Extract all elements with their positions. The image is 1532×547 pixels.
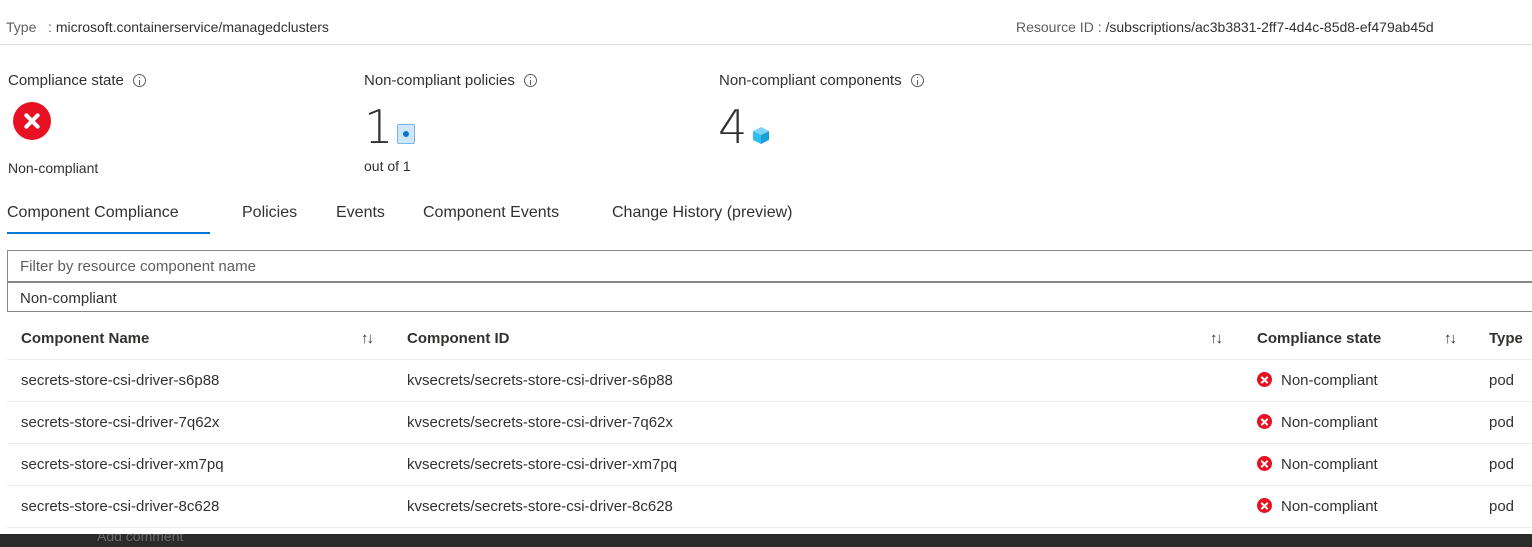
compliance-state-cell: Non-compliant	[1257, 402, 1378, 444]
compliance-state-cell: Non-compliant	[1257, 444, 1378, 486]
resource-id-separator: :	[1097, 19, 1102, 35]
type-value: microsoft.containerservice/managedcluste…	[55, 19, 329, 35]
component-name-filter-input[interactable]	[7, 250, 1532, 282]
error-circle-icon	[1257, 456, 1272, 471]
essentials-bar: Type : microsoft.containerservice/manage…	[0, 0, 1532, 45]
active-tab-indicator	[7, 232, 210, 234]
compliance-state-text: Non-compliant	[1281, 456, 1378, 473]
error-circle-icon	[1257, 414, 1272, 429]
compliance-state-metric-label: Compliance state	[8, 72, 146, 89]
compliance-state-text: Non-compliant	[1281, 372, 1378, 389]
noncompliant-components-metric-label: Non-compliant components	[719, 72, 924, 89]
table-row[interactable]: secrets-store-csi-driver-xm7pq kvsecrets…	[7, 444, 1532, 486]
compliance-state-cell: Non-compliant	[1257, 486, 1378, 528]
tab-change-history[interactable]: Change History (preview)	[612, 204, 793, 222]
error-circle-icon	[1257, 498, 1272, 513]
compliance-state-cell: Non-compliant	[1257, 360, 1378, 402]
tab-bar: Component Compliance Policies Events Com…	[0, 196, 1532, 236]
component-id-cell: kvsecrets/secrets-store-csi-driver-8c628	[407, 498, 673, 515]
table-row[interactable]: secrets-store-csi-driver-7q62x kvsecrets…	[7, 402, 1532, 444]
noncompliant-components-count[interactable]: 4	[718, 104, 747, 150]
sort-arrows-icon[interactable]: ↑↓	[1210, 318, 1223, 360]
noncompliant-policies-outof: out of 1	[364, 158, 411, 174]
compliance-state-text: Non-compliant	[1281, 498, 1378, 515]
type-field: Type : microsoft.containerservice/manage…	[6, 19, 329, 35]
compliance-state-filter-select[interactable]: Non-compliant	[7, 282, 1532, 312]
policy-document-icon	[397, 124, 415, 144]
type-cell: pod	[1489, 372, 1515, 389]
sort-arrows-icon[interactable]: ↑↓	[361, 318, 374, 360]
type-cell: pod	[1489, 414, 1515, 431]
tab-component-compliance[interactable]: Component Compliance	[7, 204, 179, 222]
resource-id-field: Resource ID : /subscriptions/ac3b3831-2f…	[1016, 19, 1434, 35]
component-id-cell: kvsecrets/secrets-store-csi-driver-xm7pq	[407, 456, 678, 473]
type-label: Type	[6, 19, 37, 35]
table-row[interactable]: secrets-store-csi-driver-s6p88 kvsecrets…	[7, 360, 1532, 402]
component-name-cell[interactable]: secrets-store-csi-driver-7q62x	[21, 402, 219, 444]
type-cell: pod	[1489, 498, 1515, 515]
noncompliant-components-label: Non-compliant components	[719, 72, 902, 89]
type-cell: pod	[1489, 456, 1515, 473]
column-header-type[interactable]: Type	[1489, 318, 1523, 360]
table-row[interactable]: secrets-store-csi-driver-8c628 kvsecrets…	[7, 486, 1532, 528]
error-circle-icon	[1257, 372, 1272, 387]
error-circle-icon	[13, 102, 51, 140]
info-icon[interactable]	[132, 74, 146, 87]
tab-component-events[interactable]: Component Events	[423, 204, 559, 222]
sort-arrows-icon[interactable]: ↑↓	[1444, 318, 1457, 360]
component-name-cell[interactable]: secrets-store-csi-driver-8c628	[21, 486, 219, 528]
resource-id-label: Resource ID	[1016, 19, 1094, 35]
add-comment-text: Add comment	[97, 534, 184, 544]
component-name-cell[interactable]: secrets-store-csi-driver-s6p88	[21, 360, 219, 402]
compliance-state-value: Non-compliant	[8, 160, 99, 176]
column-header-compliance-state[interactable]: Compliance state	[1257, 318, 1381, 360]
component-id-cell: kvsecrets/secrets-store-csi-driver-s6p88	[407, 372, 673, 389]
component-name-cell[interactable]: secrets-store-csi-driver-xm7pq	[21, 444, 224, 486]
table-header-row: Component Name ↑↓ Component ID ↑↓ Compli…	[7, 318, 1532, 360]
resource-id-value[interactable]: /subscriptions/ac3b3831-2ff7-4d4c-85d8-e…	[1105, 19, 1433, 35]
tab-events[interactable]: Events	[336, 204, 385, 222]
noncompliant-policies-label: Non-compliant policies	[364, 72, 515, 89]
column-header-component-id[interactable]: Component ID	[407, 318, 510, 360]
compliance-state-label: Compliance state	[8, 72, 124, 89]
bottom-bar: Add comment	[0, 534, 1532, 547]
noncompliant-policies-metric-label: Non-compliant policies	[364, 72, 537, 89]
compliance-state-text: Non-compliant	[1281, 414, 1378, 431]
noncompliant-policies-count[interactable]: 1	[364, 104, 393, 150]
info-icon[interactable]	[523, 74, 537, 87]
component-id-cell: kvsecrets/secrets-store-csi-driver-7q62x	[407, 414, 673, 431]
column-header-component-name[interactable]: Component Name	[21, 318, 149, 360]
info-icon[interactable]	[910, 74, 924, 87]
type-separator: :	[48, 19, 52, 35]
tab-policies[interactable]: Policies	[242, 204, 297, 222]
cube-icon	[753, 127, 769, 144]
